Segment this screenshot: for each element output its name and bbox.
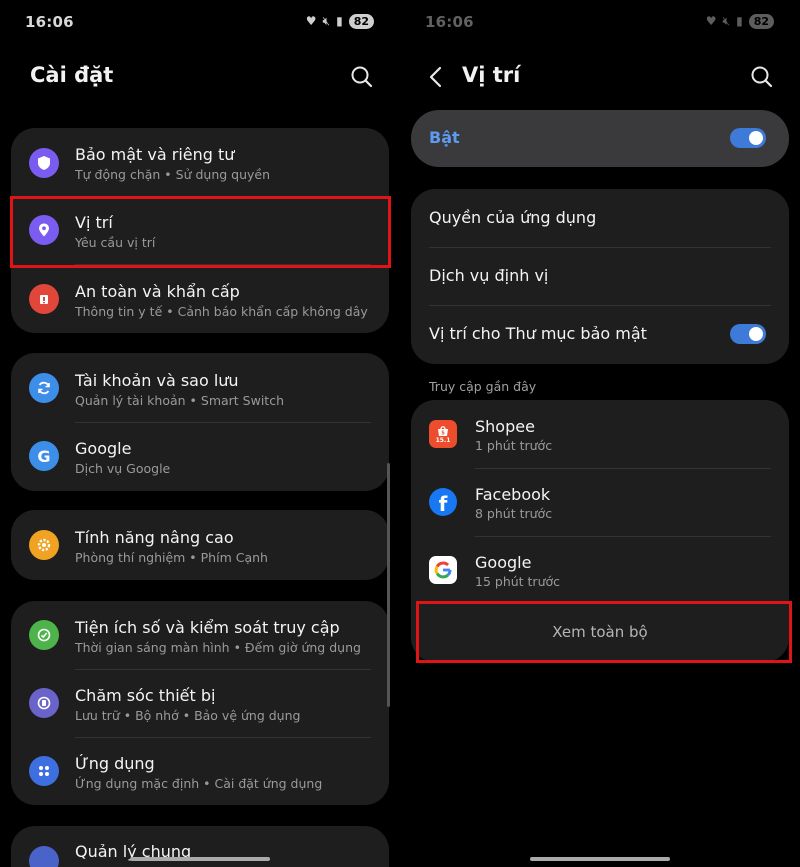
see-all-highlight-box [416,601,792,663]
item-subtitle: Thông tin y tế • Cảnh báo khẩn cấp không… [75,304,368,319]
item-title: Bảo mật và riêng tư [75,145,235,164]
item-title: Ứng dụng [75,754,155,773]
search-icon[interactable] [348,63,376,91]
settings-item-digital-wellbeing[interactable]: Tiện ích số và kiểm soát truy cập Thời g… [11,601,389,669]
signal-icon: ▮ [336,14,343,28]
settings-item-google[interactable]: G Google Dịch vụ Google [11,422,389,491]
item-subtitle: Thời gian sáng màn hình • Đếm giờ ứng dụ… [75,640,361,655]
option-label: Vị trí cho Thư mục bảo mật [429,324,647,343]
option-app-permissions[interactable]: Quyền của ứng dụng [411,189,789,247]
heart-icon: ♥ [305,14,317,28]
digital-wellbeing-icon [29,620,59,650]
heart-icon: ♥ [705,14,717,28]
recent-app-shopee[interactable]: S 15.1 Shopee 1 phút trước [411,400,789,468]
mute-icon: 🔇︎ [722,13,731,28]
settings-item-apps[interactable]: Ứng dụng Ứng dụng mặc định • Cài đặt ứng… [11,737,389,805]
app-access-time: 1 phút trước [475,438,553,453]
recent-app-google[interactable]: Google 15 phút trước [411,536,789,604]
app-access-time: 15 phút trước [475,574,561,589]
sync-icon [29,373,59,403]
home-indicator [130,857,270,861]
shield-icon [29,148,59,178]
location-screen: 16:06 ♥ 🔇︎ ▮ 82 Vị trí Bật Quyền của ứng… [400,0,800,867]
status-bar: 16:06 ♥ 🔇︎ ▮ 82 [400,0,800,42]
item-subtitle: Phòng thí nghiệm • Phím Cạnh [75,550,268,565]
item-title: An toàn và khẩn cấp [75,282,240,301]
settings-item-device-care[interactable]: Chăm sóc thiết bị Lưu trữ • Bộ nhớ • Bảo… [11,669,389,737]
apps-grid-icon [29,756,59,786]
location-master-switch[interactable] [730,128,766,148]
option-location-services[interactable]: Dịch vụ định vị [411,247,789,305]
option-secure-folder-location[interactable]: Vị trí cho Thư mục bảo mật [411,305,789,364]
status-time: 16:06 [425,13,474,31]
item-subtitle: Dịch vụ Google [75,461,171,476]
item-subtitle: Tự động chặn • Sử dụng quyền [75,167,271,182]
secure-folder-location-switch[interactable] [730,324,766,344]
page-title: Vị trí [462,63,521,87]
item-title: Tiện ích số và kiểm soát truy cập [75,618,340,637]
recent-app-facebook[interactable]: f Facebook 8 phút trước [411,468,789,536]
master-toggle-row[interactable]: Bật [411,110,789,167]
app-access-time: 8 phút trước [475,506,553,521]
signal-icon: ▮ [736,14,743,28]
search-icon[interactable] [748,63,776,91]
location-options-group: Quyền của ứng dụng Dịch vụ định vị Vị tr… [411,189,789,364]
item-subtitle: Lưu trữ • Bộ nhớ • Bảo vệ ứng dụng [75,708,301,723]
page-title: Cài đặt [30,63,114,87]
back-arrow-icon[interactable] [426,66,446,88]
item-subtitle: Quản lý tài khoản • Smart Switch [75,393,284,408]
item-title: Google [75,439,132,458]
shopee-badge: 15.1 [435,436,451,444]
recent-access-heading: Truy cập gần đây [429,379,537,394]
settings-item-accounts[interactable]: Tài khoản và sao lưu Quản lý tài khoản •… [11,353,389,421]
app-name: Facebook [475,485,551,504]
settings-group-accounts: Tài khoản và sao lưu Quản lý tài khoản •… [11,353,389,491]
location-highlight-box [10,196,391,268]
item-title: Chăm sóc thiết bị [75,686,216,705]
item-title: Tài khoản và sao lưu [75,371,239,390]
device-care-icon [29,688,59,718]
settings-item-security[interactable]: Bảo mật và riêng tư Tự động chặn • Sử dụ… [11,128,389,196]
battery-indicator: 82 [748,13,774,29]
emergency-icon [29,284,59,314]
battery-indicator: 82 [348,13,374,29]
settings-screen: 16:06 ♥ 🔇︎ ▮ 82 Cài đặt Bảo mật và riêng… [0,0,400,867]
general-management-icon [29,846,59,867]
settings-group-advanced: Tính năng nâng cao Phòng thí nghiệm • Ph… [11,510,389,580]
facebook-icon: f [429,488,457,516]
status-bar: 16:06 ♥ 🔇︎ ▮ 82 [0,0,400,42]
svg-text:S: S [441,430,445,436]
gear-plus-icon [29,530,59,560]
scrollbar[interactable] [387,463,390,707]
master-toggle-label: Bật [429,128,460,147]
google-icon [429,556,457,584]
app-name: Google [475,553,532,572]
status-time: 16:06 [25,13,74,31]
shopee-icon: S 15.1 [429,420,457,448]
option-label: Quyền của ứng dụng [429,208,597,227]
mute-icon: 🔇︎ [322,13,331,28]
option-label: Dịch vụ định vị [429,266,549,285]
google-g-icon: G [29,441,59,471]
settings-item-advanced-features[interactable]: Tính năng nâng cao Phòng thí nghiệm • Ph… [11,510,389,580]
home-indicator [530,857,670,861]
item-title: Tính năng nâng cao [75,528,234,547]
item-subtitle: Ứng dụng mặc định • Cài đặt ứng dụng [75,776,323,791]
settings-item-safety[interactable]: An toàn và khẩn cấp Thông tin y tế • Cản… [11,264,389,333]
settings-group-device: Tiện ích số và kiểm soát truy cập Thời g… [11,601,389,805]
app-name: Shopee [475,417,535,436]
